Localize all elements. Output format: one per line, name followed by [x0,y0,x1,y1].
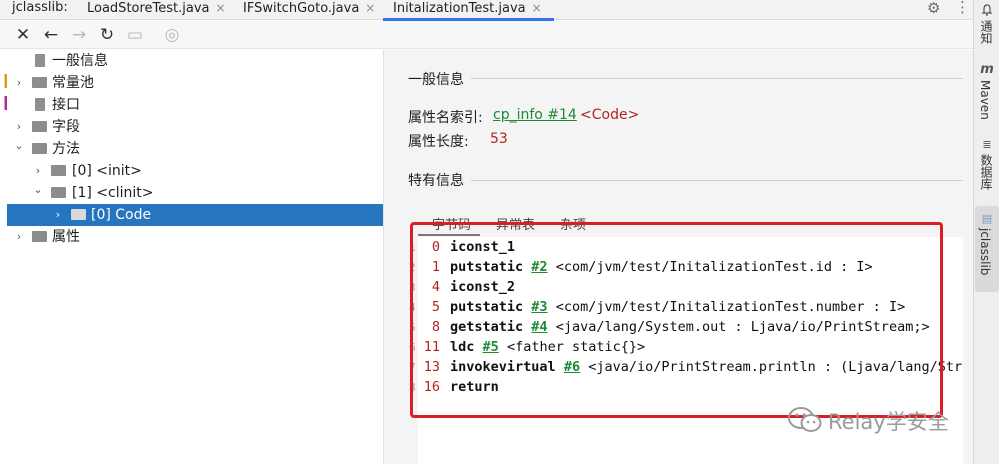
tree-node-label: 一般信息 [52,53,108,69]
tab-loadstoretest[interactable]: LoadStoreTest.java × [87,0,226,20]
close-icon[interactable]: × [216,1,226,15]
chevron-down-icon[interactable]: ⌄ [13,135,25,157]
tree-node-label: [1] <clinit> [72,185,154,201]
cp-info-link[interactable]: cp_info #14 [493,107,577,123]
attribute-name-value: <Code> [580,107,640,123]
sidebar-item-notifications[interactable]: 通知 [974,4,999,48]
right-tool-sidebar: 通知 m Maven ≣ 数据库 ▤ jclasslib [973,0,999,464]
close-icon[interactable]: × [365,1,375,15]
sidebar-item-label: jclasslib [978,228,992,276]
folder-icon [32,121,47,132]
sidebar-item-maven[interactable]: m Maven [974,62,999,130]
attribute-name-index-label: 属性名索引: [408,110,483,126]
tree-node-label: [0] Code [91,207,152,223]
watermark-text: Relay学安全 [828,410,949,434]
red-highlight-box [410,222,943,418]
more-options-icon[interactable]: ⋮ [955,0,970,16]
tree-node-label: 属性 [52,229,80,245]
clipped-edge-marker: ▐ [0,96,7,110]
tab-initalizationtest[interactable]: InitalizationTest.java × [383,0,554,21]
clipped-edge-marker: ▐ [0,74,7,88]
jclasslib-icon: ▤ [981,212,993,225]
tree-node-label: 常量池 [52,75,94,91]
tree-node-interfaces[interactable]: 接口 [7,94,383,116]
sidebar-item-label: Maven [978,80,992,120]
tab-label: jclasslib: [12,0,68,15]
folder-icon [71,209,86,220]
tree-node-constant-pool[interactable]: › 常量池 [7,72,383,94]
tab-label: InitalizationTest.java [393,1,526,16]
wechat-logo-icon [788,407,822,432]
section-divider [471,78,963,79]
sidebar-item-label: 通知 [979,20,993,44]
chevron-down-icon[interactable]: ⌄ [32,179,44,201]
back-arrow-icon[interactable]: ← [41,25,61,45]
tab-jclasslib[interactable]: jclasslib: [12,0,68,20]
tree-node-label: 接口 [52,97,80,113]
database-icon: ≣ [982,138,992,151]
tree-node-code[interactable]: › [0] Code [7,204,383,226]
chevron-right-icon[interactable]: › [52,204,64,226]
gear-icon[interactable]: ⚙ [927,0,940,17]
save-icon[interactable]: ▭ [125,25,145,45]
tree-node-label: [0] <init> [72,163,142,179]
tree-node-label: 方法 [52,141,80,157]
folder-icon [32,231,47,242]
sidebar-item-database[interactable]: ≣ 数据库 [974,138,999,196]
attribute-length-value: 53 [490,131,508,147]
specific-info-heading: 特有信息 [408,173,464,189]
close-icon[interactable]: × [532,1,542,15]
refresh-icon[interactable]: ↻ [97,25,117,45]
tree-node-label: 字段 [52,119,80,135]
structure-tree: 一般信息 › 常量池 接口 › 字段 ⌄ 方法 › [0] <init> ⌄ [… [7,50,383,464]
chevron-right-icon[interactable]: › [13,226,25,248]
sidebar-item-jclasslib[interactable]: ▤ jclasslib [974,212,999,290]
file-icon [35,98,45,111]
maven-icon: m [980,62,994,77]
tree-node-method-init[interactable]: › [0] <init> [7,160,383,182]
chevron-right-icon[interactable]: › [13,72,25,94]
file-icon [35,54,45,67]
ide-window: ▐ ▐ jclasslib: LoadStoreTest.java × IFSwi… [0,0,999,464]
section-divider [471,180,963,181]
tree-node-method-clinit[interactable]: ⌄ [1] <clinit> [7,182,383,204]
general-info-heading: 一般信息 [408,72,464,88]
tab-label: LoadStoreTest.java [87,1,210,16]
tab-ifswitchgoto[interactable]: IFSwitchGoto.java × [243,0,375,20]
folder-icon [51,165,66,176]
tab-label: IFSwitchGoto.java [243,1,360,16]
toolbar: ✕ ← → ↻ ▭ ◎ [0,21,973,49]
folder-icon [32,143,47,154]
web-icon[interactable]: ◎ [162,25,182,45]
tree-node-fields[interactable]: › 字段 [7,116,383,138]
folder-icon [51,187,66,198]
bell-icon [981,4,993,16]
close-icon[interactable]: ✕ [13,25,33,45]
editor-tab-bar: jclasslib: LoadStoreTest.java × IFSwitchG… [0,0,973,21]
tree-node-attributes[interactable]: › 属性 [7,226,383,248]
tree-node-general-info[interactable]: 一般信息 [7,50,383,72]
attribute-length-label: 属性长度: [408,134,469,150]
forward-arrow-icon[interactable]: → [69,25,89,45]
sidebar-item-label: 数据库 [979,154,993,190]
folder-icon [32,77,47,88]
tree-node-methods[interactable]: ⌄ 方法 [7,138,383,160]
